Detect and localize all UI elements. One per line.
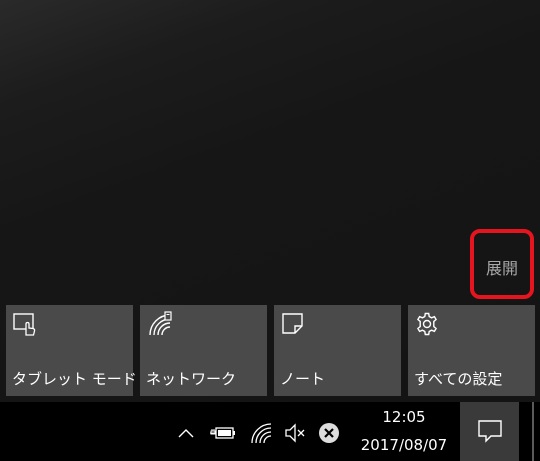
all-settings-tile[interactable]: すべての設定 [408,305,535,396]
close-circle-icon[interactable] [317,421,341,445]
clock[interactable]: 12:05 2017/08/07 [350,406,458,456]
clock-date: 2017/08/07 [360,436,448,454]
action-center-panel: 展開 タブレット モード ネットワーク ノート すべての設定 [0,0,540,402]
network-icon [149,311,172,336]
notification-icon [478,420,502,443]
all-settings-label: すべての設定 [414,370,503,388]
action-center-button[interactable] [460,402,519,461]
volume-muted-icon[interactable] [283,421,307,445]
battery-icon[interactable] [208,421,236,445]
network-tile[interactable]: ネットワーク [140,305,267,396]
tablet-mode-label: タブレット モード [12,370,137,388]
show-hidden-icons-chevron-icon[interactable] [176,421,196,445]
note-tile[interactable]: ノート [274,305,401,396]
wifi-icon[interactable] [249,421,273,445]
network-label: ネットワーク [146,370,237,388]
note-label: ノート [280,370,326,388]
note-icon [282,313,303,334]
expand-link[interactable]: 展開 [486,255,518,279]
tablet-mode-icon [13,313,36,336]
settings-icon [417,312,437,336]
show-desktop-button[interactable] [532,402,534,461]
taskbar: 12:05 2017/08/07 [0,402,540,461]
tablet-mode-tile[interactable]: タブレット モード [6,305,137,396]
clock-time: 12:05 [382,408,426,426]
